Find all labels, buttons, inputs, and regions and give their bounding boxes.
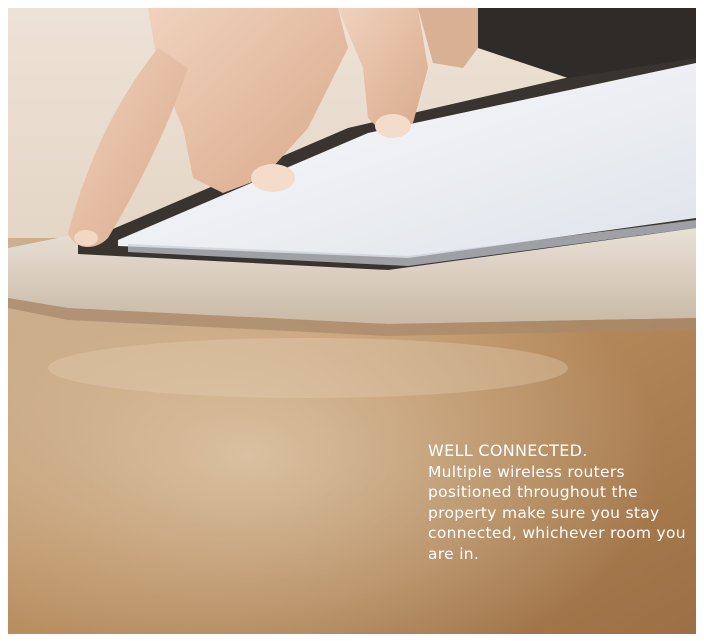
hero-photo-frame: WELL CONNECTED. Multiple wireless router… xyxy=(8,8,696,634)
caption-headline: WELL CONNECTED. xyxy=(428,441,588,460)
caption-block: WELL CONNECTED. Multiple wireless router… xyxy=(428,441,688,565)
caption-body: Multiple wireless routers positioned thr… xyxy=(428,462,686,563)
